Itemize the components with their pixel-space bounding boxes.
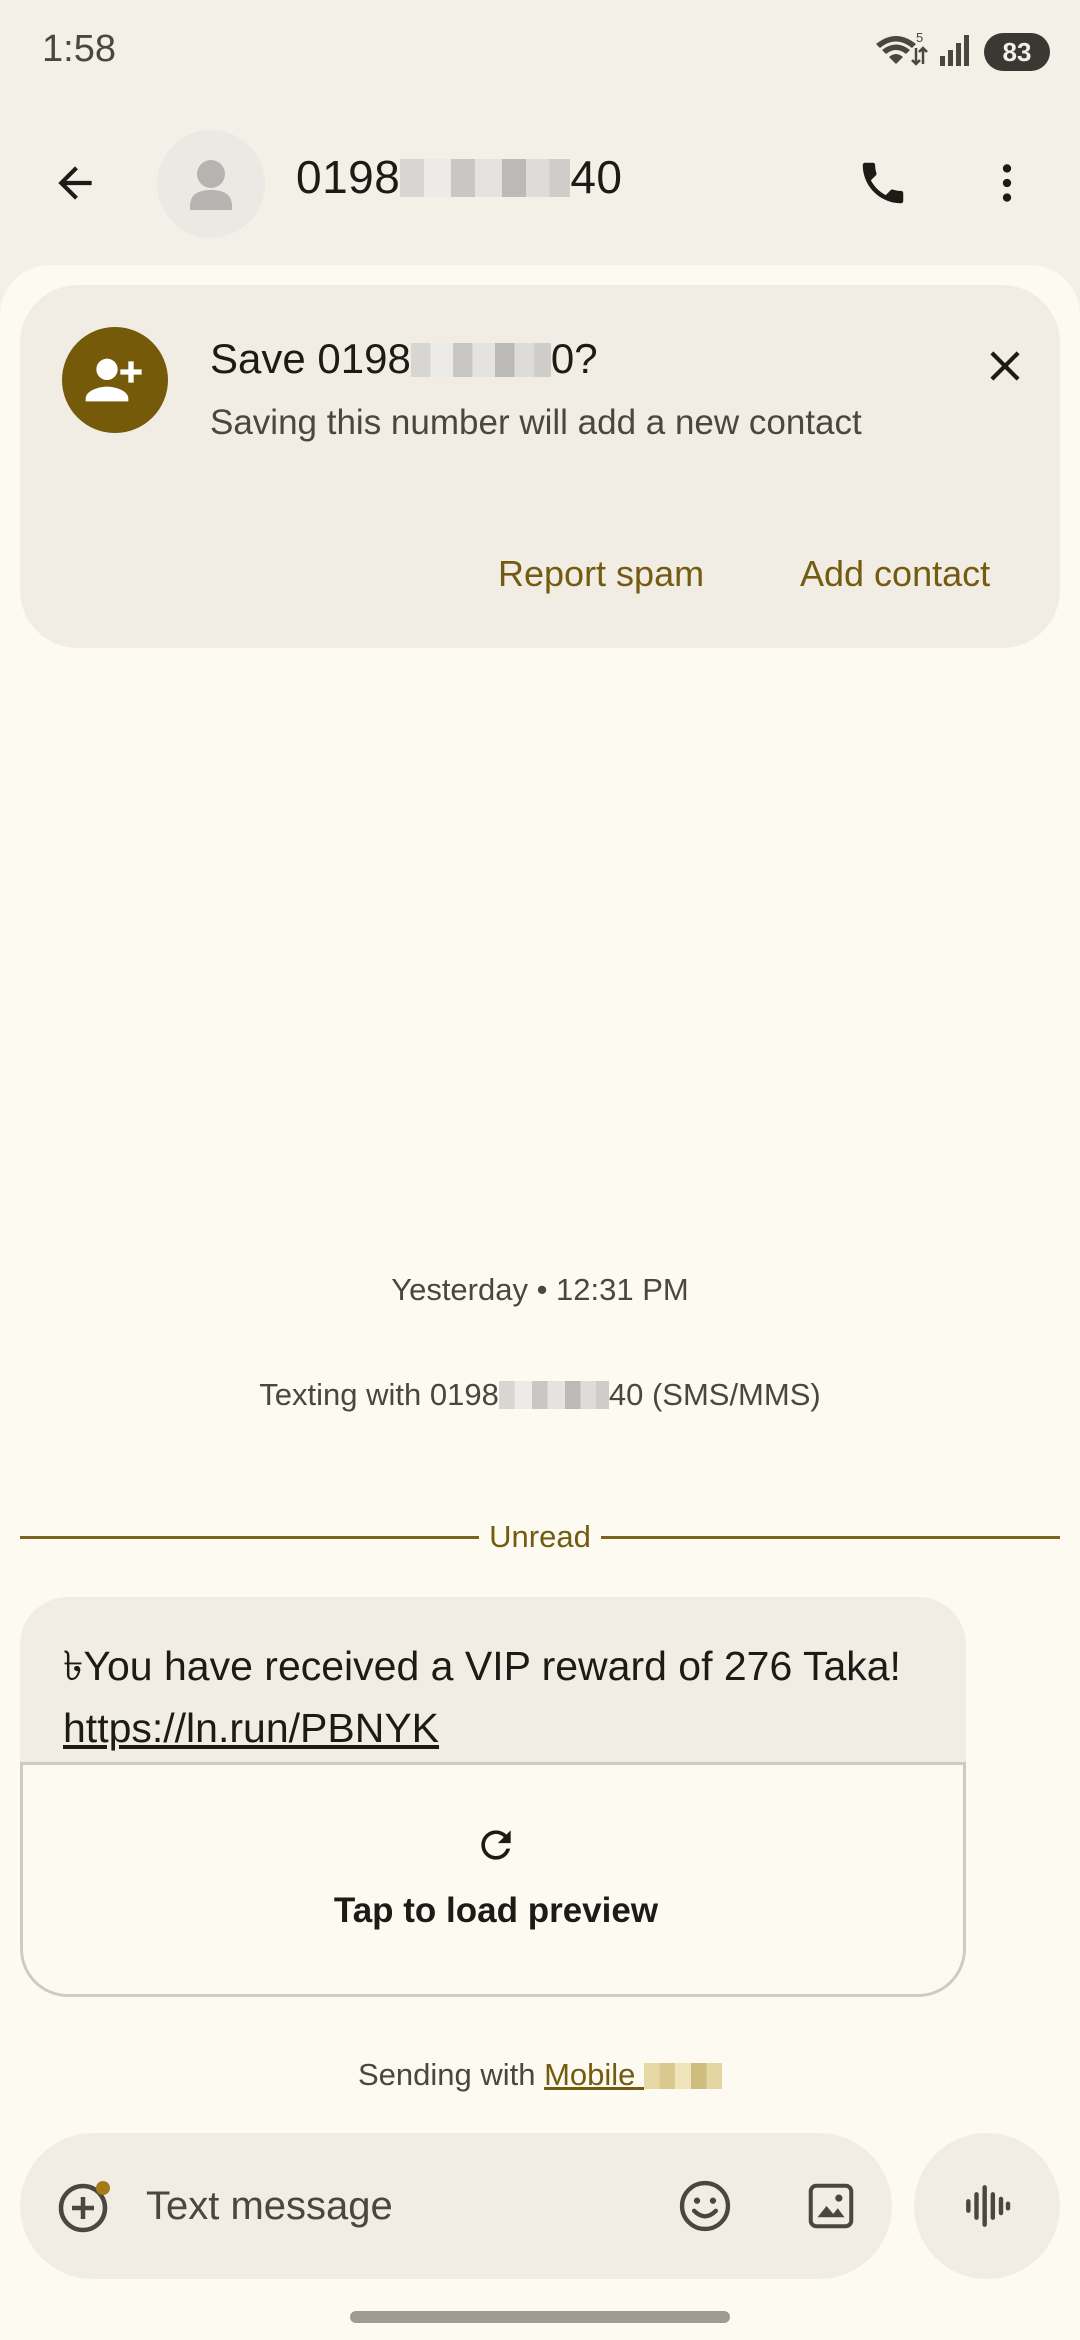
save-contact-card: Save 0198 0? Saving this number will add … — [20, 285, 1060, 648]
voice-message-button[interactable] — [914, 2133, 1060, 2279]
arrow-back-icon — [58, 166, 92, 200]
divider-line — [20, 1535, 480, 1539]
save-title-suffix: 0? — [550, 335, 598, 382]
redacted-sim-name — [644, 2063, 723, 2089]
attach-button[interactable] — [50, 2171, 120, 2241]
divider-line — [600, 1535, 1060, 1539]
save-title-prefix: Save 0198 — [210, 335, 411, 382]
emoji-icon — [679, 2180, 731, 2232]
texting-with-label: Texting with 0198 40 (SMS/MMS) — [0, 1377, 1080, 1413]
message-timestamp: Yesterday • 12:31 PM — [391, 1272, 689, 1307]
wifi-badge: 5 — [916, 30, 923, 45]
add-circle-icon — [58, 2181, 110, 2233]
sending-with-label: Sending with Mobile — [0, 2057, 1080, 2093]
home-indicator[interactable] — [350, 2311, 730, 2323]
status-icons: 5 83 — [872, 30, 1050, 74]
number-suffix: 40 — [570, 151, 623, 203]
sending-prefix: Sending with — [357, 2057, 545, 2092]
sim-selector-link[interactable]: Mobile — [544, 2057, 723, 2092]
preview-label: Tap to load preview — [333, 1891, 659, 1930]
gallery-button[interactable] — [796, 2171, 866, 2241]
save-contact-subtitle: Saving this number will add a new contac… — [210, 403, 862, 442]
refresh-icon — [466, 1815, 526, 1875]
redacted-digits — [498, 1381, 609, 1409]
status-time: 1:58 — [42, 28, 116, 70]
signal-icon — [938, 32, 974, 73]
more-options-button[interactable] — [972, 148, 1042, 218]
app-bar: 0198 40 — [0, 100, 1080, 265]
waveform-icon — [966, 2185, 1011, 2227]
sim-name: Mobile — [544, 2057, 636, 2092]
message-link[interactable]: https://ln.run/PBNYK — [63, 1705, 439, 1751]
save-contact-title: Save 0198 0? — [210, 335, 598, 383]
image-icon — [808, 2183, 854, 2229]
message-body: ৳You have received a VIP reward of 276 T… — [63, 1643, 901, 1689]
unread-label: Unread — [489, 1519, 591, 1554]
compose-bar — [20, 2133, 892, 2279]
battery-indicator: 83 — [984, 33, 1050, 71]
message-bubble[interactable]: ৳You have received a VIP reward of 276 T… — [20, 1597, 966, 1997]
avatar[interactable] — [157, 130, 265, 238]
add-person-badge — [62, 327, 168, 433]
add-contact-button[interactable]: Add contact — [800, 553, 990, 595]
call-button[interactable] — [848, 148, 918, 218]
person-add-icon — [85, 358, 142, 402]
message-input[interactable] — [146, 2173, 666, 2239]
number-prefix: 0198 — [296, 151, 401, 203]
status-bar: 1:58 5 83 — [0, 0, 1080, 100]
phone-icon — [862, 162, 904, 204]
person-icon — [190, 160, 232, 210]
redacted-digits — [410, 343, 551, 377]
report-spam-button[interactable]: Report spam — [498, 553, 704, 595]
emoji-button[interactable] — [670, 2171, 740, 2241]
conversation-content: Save 0198 0? Saving this number will add … — [0, 265, 1080, 2340]
wifi-icon: 5 — [872, 30, 928, 75]
unread-divider: Unread — [20, 1515, 1060, 1559]
back-button[interactable] — [40, 148, 110, 218]
more-vert-icon — [1002, 164, 1012, 202]
message-text: ৳You have received a VIP reward of 276 T… — [63, 1635, 943, 1759]
redacted-digits — [400, 159, 571, 197]
close-icon — [990, 351, 1020, 381]
link-preview[interactable]: Tap to load preview — [20, 1762, 966, 1997]
contact-number: 0198 40 — [296, 150, 623, 204]
texting-suffix: 40 (SMS/MMS) — [608, 1377, 821, 1412]
texting-prefix: Texting with 0198 — [259, 1377, 499, 1412]
dismiss-button[interactable] — [970, 331, 1040, 401]
